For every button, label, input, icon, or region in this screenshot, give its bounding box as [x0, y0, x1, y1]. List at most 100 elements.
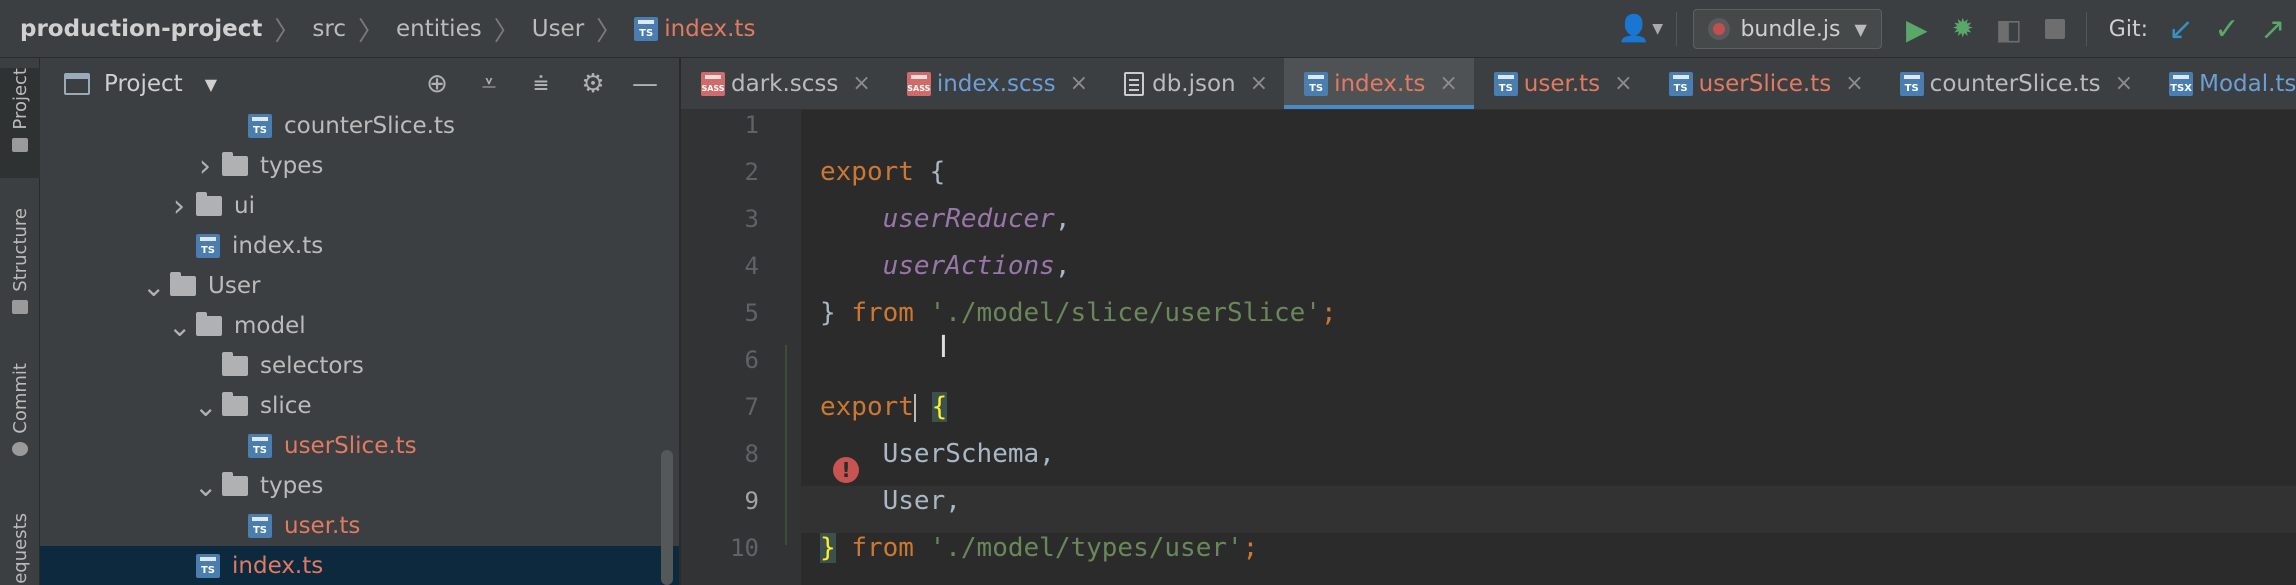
caret-down-icon: ▼: [1652, 21, 1664, 37]
breadcrumb-file[interactable]: index.ts: [664, 16, 755, 42]
gear-icon[interactable]: ⚙: [567, 69, 619, 99]
breadcrumb-src[interactable]: src: [312, 16, 346, 42]
tree-item-label: User: [208, 273, 261, 299]
tool-window-stripe: Project Structure Commit equests: [0, 58, 40, 585]
tree-item[interactable]: TS userSlice.ts: [40, 426, 679, 466]
tree-item[interactable]: TS index.ts: [40, 546, 679, 585]
editor-tab-label: user.ts: [1523, 70, 1601, 97]
code-editor[interactable]: 1 2 3 4 5 6 7 8 9 10 export { userReducer, userAc…: [681, 110, 2296, 585]
git-push-icon[interactable]: ↗: [2250, 9, 2296, 49]
project-panel-tools: ⊕ ⩡ ⩧ ⚙ —: [411, 58, 671, 110]
tree-item-label: slice: [260, 393, 312, 419]
stripe-requests[interactable]: equests: [0, 513, 40, 585]
breadcrumb-user[interactable]: User: [532, 16, 584, 42]
editor-tab[interactable]: db.json ×: [1104, 58, 1284, 109]
git-update-icon[interactable]: ↙: [2158, 9, 2204, 49]
error-bulb-icon[interactable]: !: [833, 457, 859, 483]
editor-tab[interactable]: TS userSlice.ts ×: [1649, 58, 1880, 109]
tree-item[interactable]: › ui: [40, 186, 679, 226]
tree-item-label: selectors: [260, 353, 364, 379]
editor-tab-label: index.ts: [1334, 70, 1426, 97]
breadcrumb-project[interactable]: production-project: [20, 16, 262, 42]
editor-tab[interactable]: TSXModal.tsx: [2149, 58, 2296, 109]
git-commit-icon[interactable]: ✓: [2204, 9, 2250, 49]
breadcrumb-entities[interactable]: entities: [396, 16, 482, 42]
caret-down-icon[interactable]: ▼: [205, 75, 217, 94]
tree-item-label: counterSlice.ts: [284, 113, 455, 139]
tree-item-label: ui: [234, 193, 255, 219]
collapse-all-icon[interactable]: ⩧: [515, 69, 567, 100]
stripe-commit-label: Commit: [9, 363, 31, 434]
chevron-down-icon[interactable]: ⌄: [168, 310, 191, 343]
close-icon[interactable]: ×: [1439, 71, 1457, 96]
run-configuration-select[interactable]: bundle.js ▼: [1693, 9, 1882, 49]
tree-item[interactable]: selectors: [40, 346, 679, 386]
typescript-file-icon: TS: [248, 114, 272, 138]
folder-icon: [222, 352, 248, 376]
json-file-icon: [1124, 71, 1145, 96]
close-icon[interactable]: ×: [1250, 71, 1268, 96]
coverage-icon[interactable]: ◧: [1986, 9, 2032, 49]
typescript-file-icon: TS: [248, 514, 272, 538]
tree-item[interactable]: TS user.ts: [40, 506, 679, 546]
caret-down-icon: ▼: [1854, 19, 1867, 39]
project-view-select[interactable]: Project: [104, 71, 183, 97]
punctuation: ;: [1320, 298, 1337, 328]
chevron-right-icon[interactable]: ›: [194, 149, 216, 184]
expand-all-icon[interactable]: ⩡: [463, 69, 515, 100]
mouse-ibeam-cursor: I: [939, 330, 948, 365]
chevron-down-icon[interactable]: ⌄: [142, 270, 165, 303]
editor-tabs: SASS dark.scss × SASS index.scss × db.json × TS i…: [681, 58, 2296, 110]
keyword: from: [851, 533, 914, 563]
commit-icon: [12, 441, 28, 456]
folder-icon: [170, 272, 196, 296]
chevron-down-icon[interactable]: ⌄: [194, 390, 217, 423]
punctuation: ;: [1242, 533, 1259, 563]
folder-icon: [196, 312, 222, 336]
close-icon[interactable]: ×: [1845, 71, 1863, 96]
stripe-structure[interactable]: Structure: [0, 208, 40, 328]
editor-tab[interactable]: TS index.ts ×: [1284, 58, 1474, 109]
close-icon[interactable]: ×: [1614, 71, 1632, 96]
stripe-commit[interactable]: Commit: [0, 363, 40, 483]
navigation-bar: production-project 〉 src 〉 entities 〉 Us…: [0, 0, 2296, 58]
code-line-9: } from './model/types/user';: [681, 478, 2296, 563]
chevron-right-icon[interactable]: ›: [168, 189, 190, 224]
chevron-right-icon: 〉: [596, 16, 623, 47]
run-icon[interactable]: ▶: [1894, 9, 1940, 49]
breadcrumb: production-project 〉 src 〉 entities 〉 Us…: [20, 0, 755, 58]
project-tree: TS counterSlice.ts › types › ui TS index.ts ⌄ Use…: [40, 110, 679, 585]
tree-item-label: userSlice.ts: [284, 433, 417, 459]
close-icon[interactable]: ×: [852, 71, 870, 96]
editor-tab[interactable]: SASS dark.scss ×: [681, 58, 887, 109]
tree-item[interactable]: TS counterSlice.ts: [40, 110, 679, 146]
tree-item[interactable]: › types: [40, 146, 679, 186]
sass-file-icon: SASS: [701, 71, 725, 96]
stop-icon[interactable]: [2032, 9, 2078, 49]
close-icon[interactable]: ×: [2115, 71, 2133, 96]
chevron-right-icon: 〉: [493, 16, 520, 47]
node-config-icon: [1708, 18, 1731, 40]
hide-icon[interactable]: —: [619, 69, 671, 99]
editor-tab[interactable]: SASS index.scss ×: [887, 58, 1104, 109]
tree-item[interactable]: ⌄ model: [40, 306, 679, 346]
tree-item[interactable]: ⌄ User: [40, 266, 679, 306]
project-panel-header: Project ▼ ⊕ ⩡ ⩧ ⚙ —: [40, 58, 679, 110]
chevron-down-icon[interactable]: ⌄: [194, 470, 217, 503]
tree-item[interactable]: ⌄ types: [40, 466, 679, 506]
tree-item[interactable]: TS index.ts: [40, 226, 679, 266]
stripe-project[interactable]: Project: [0, 68, 40, 178]
toolbar: 👤 ▼ bundle.js ▼ ▶ ✹ ◧ Git: ↙ ✓ ↗: [1618, 0, 2296, 58]
debug-icon[interactable]: ✹: [1940, 9, 1986, 49]
editor-tab[interactable]: TS user.ts ×: [1474, 58, 1649, 109]
tree-item-label: types: [260, 153, 324, 179]
close-icon[interactable]: ×: [1070, 71, 1088, 96]
editor-tab[interactable]: TS counterSlice.ts ×: [1880, 58, 2149, 109]
tree-item-label: index.ts: [232, 553, 324, 579]
tree-item[interactable]: ⌄ slice: [40, 386, 679, 426]
locate-icon[interactable]: ⊕: [411, 69, 463, 99]
chevron-right-icon: 〉: [358, 16, 385, 47]
project-panel: Project ▼ ⊕ ⩡ ⩧ ⚙ — TS counterSlice.ts › ty…: [40, 58, 680, 585]
scrollbar[interactable]: [661, 450, 673, 585]
user-icon[interactable]: 👤 ▼: [1618, 14, 1664, 44]
